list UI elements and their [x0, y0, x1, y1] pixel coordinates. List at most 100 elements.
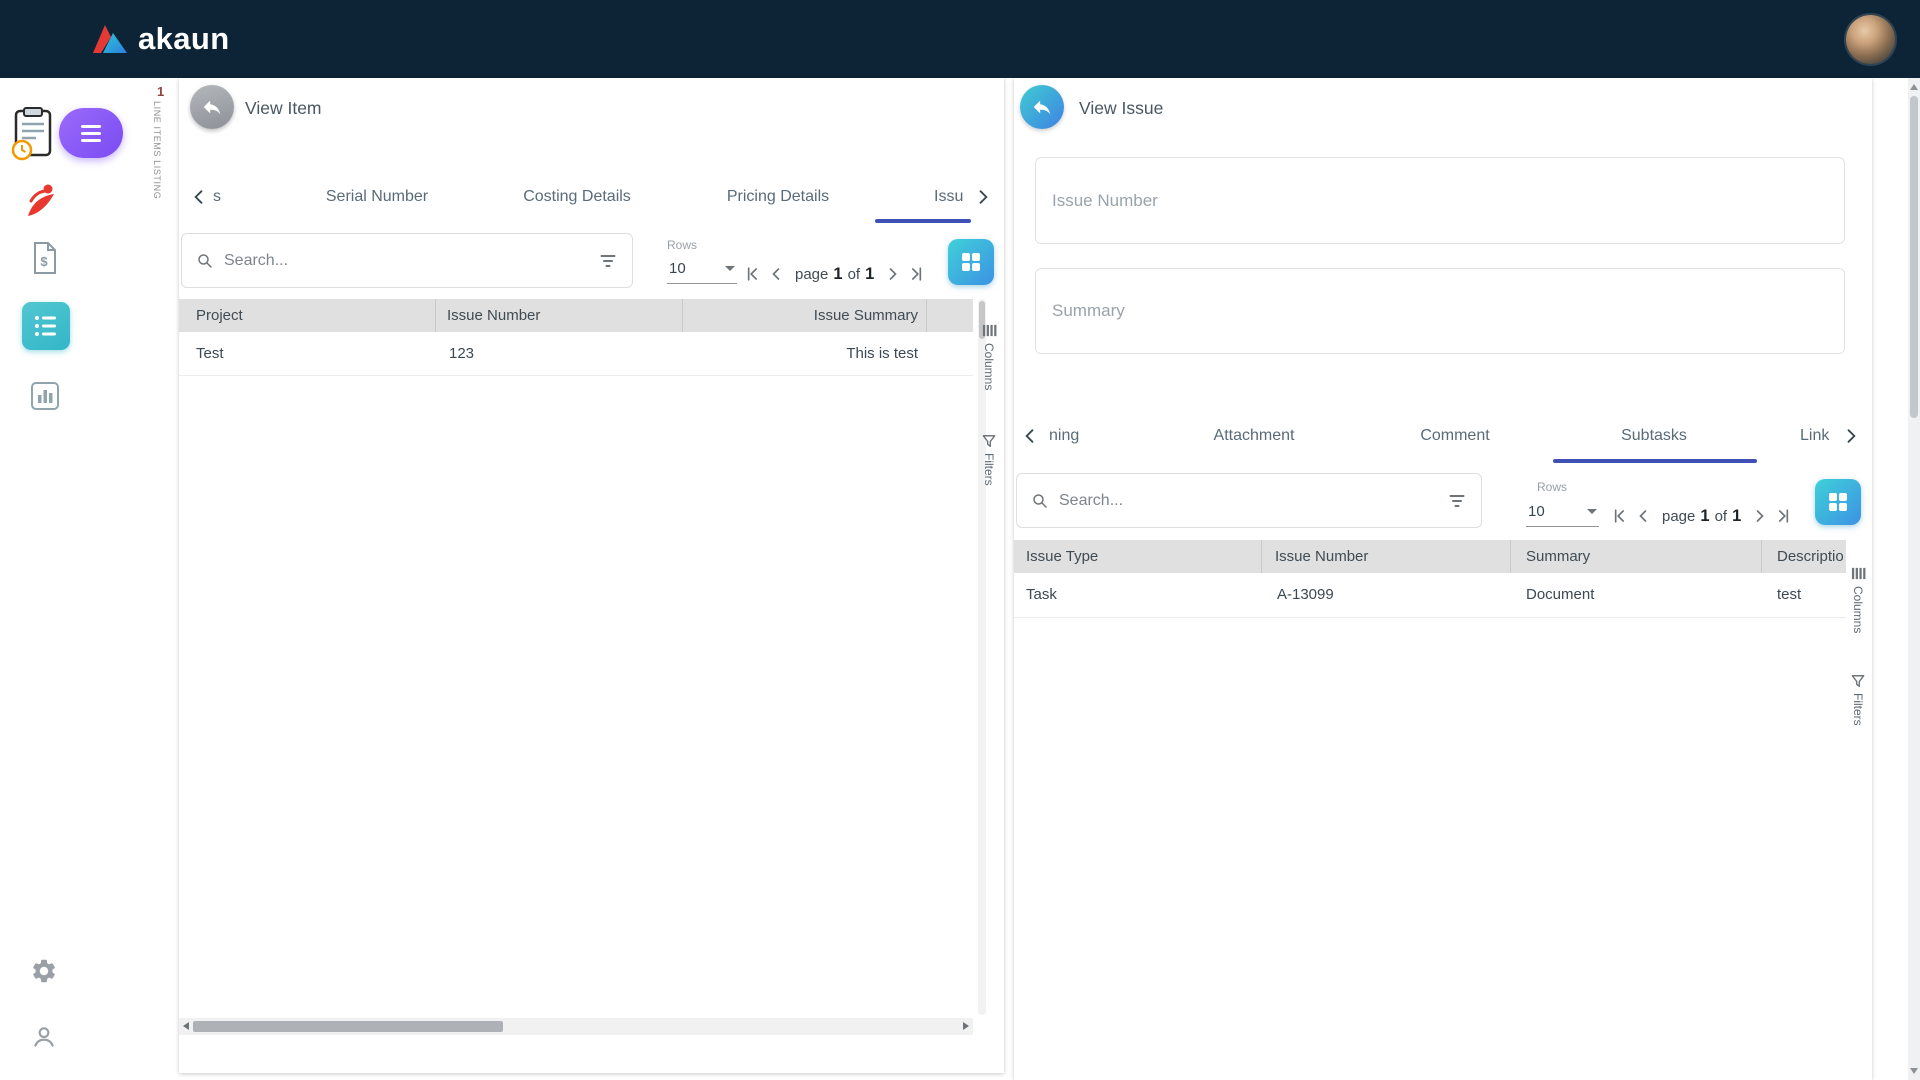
- column-header-issue-number: Issue Number: [1275, 548, 1369, 565]
- of-label: of: [847, 265, 861, 283]
- grid-view-button[interactable]: [948, 239, 994, 285]
- scroll-left-arrow[interactable]: [183, 1022, 189, 1030]
- scrollbar-thumb[interactable]: [193, 1021, 503, 1032]
- tab-attachment[interactable]: Attachment: [1214, 408, 1295, 463]
- column-header-issue-number: Issue Number: [447, 307, 541, 324]
- back-button[interactable]: [190, 85, 234, 129]
- scrollbar-thumb[interactable]: [1910, 96, 1918, 418]
- page-title: View Issue: [1079, 98, 1164, 118]
- issue-number-input[interactable]: [1036, 158, 1844, 243]
- rows-value: 10: [669, 260, 686, 277]
- columns-toggle[interactable]: Columns: [1849, 566, 1867, 633]
- invoice-document-icon[interactable]: $: [31, 240, 59, 276]
- scroll-down-arrow[interactable]: [1910, 1068, 1918, 1074]
- table-row[interactable]: Test 123 This is test: [179, 332, 973, 376]
- chart-icon[interactable]: [29, 380, 61, 412]
- tab-link-partial[interactable]: Link: [1800, 408, 1829, 463]
- search-box: [1016, 473, 1482, 528]
- dropdown-caret-icon: [725, 266, 735, 271]
- columns-toggle[interactable]: Columns: [980, 323, 998, 390]
- topbar: akaun: [0, 0, 1920, 78]
- last-page-button[interactable]: [1773, 505, 1795, 527]
- filter-list-icon[interactable]: [598, 251, 618, 271]
- tab-serial-number[interactable]: Serial Number: [326, 171, 428, 223]
- prev-page-button[interactable]: [1632, 505, 1654, 527]
- column-header-issue-summary: Issue Summary: [813, 307, 918, 324]
- back-button[interactable]: [1020, 85, 1064, 129]
- scroll-up-arrow[interactable]: [1910, 84, 1918, 90]
- grid-view-button[interactable]: [1815, 479, 1861, 525]
- tab-subtasks-active[interactable]: Subtasks: [1621, 408, 1687, 463]
- page-indicator: page 1 of 1: [1662, 507, 1741, 526]
- rows-per-page-select[interactable]: 10: [1526, 497, 1599, 527]
- settings-gear-icon[interactable]: [30, 957, 58, 985]
- tab-pricing-details[interactable]: Pricing Details: [727, 171, 829, 223]
- tab-partial-left[interactable]: s: [213, 171, 221, 223]
- first-page-button[interactable]: [1608, 505, 1630, 527]
- profile-icon[interactable]: [31, 1024, 57, 1050]
- filters-label: Filters: [982, 453, 996, 486]
- of-label: of: [1714, 507, 1728, 525]
- tabs-scroll-left-icon[interactable]: [189, 171, 209, 223]
- filters-toggle[interactable]: Filters: [980, 434, 998, 486]
- active-tab-underline: [1553, 459, 1757, 463]
- sidebar: $: [0, 78, 123, 1080]
- column-header-project: Project: [196, 307, 243, 324]
- tab-strip: s Serial Number Costing Details Pricing …: [179, 171, 1003, 223]
- tab-issues-active[interactable]: Issu: [934, 171, 963, 223]
- view-item-panel: View Item s Serial Number Costing Detail…: [179, 78, 1004, 1073]
- tab-strip: ning Attachment Comment Subtasks Link: [1014, 408, 1871, 463]
- user-avatar[interactable]: [1846, 15, 1895, 64]
- pagination: page 1 of 1: [1608, 500, 1795, 532]
- columns-label: Columns: [1851, 586, 1865, 634]
- tabs-scroll-right-icon[interactable]: [973, 171, 993, 223]
- tab-costing-details[interactable]: Costing Details: [523, 171, 631, 223]
- line-items-menu-badge[interactable]: [59, 108, 123, 158]
- svg-text:$: $: [40, 254, 48, 269]
- search-input[interactable]: [1059, 491, 1437, 510]
- cell-issue-summary: This is test: [846, 345, 918, 362]
- cell-issue-number: A-13099: [1277, 586, 1334, 603]
- columns-label: Columns: [982, 343, 996, 391]
- summary-input[interactable]: [1036, 269, 1844, 353]
- next-page-button[interactable]: [882, 263, 904, 285]
- tab-comment[interactable]: Comment: [1420, 408, 1489, 463]
- module-clipboard-clock-icon[interactable]: [6, 104, 64, 164]
- table-row[interactable]: Task A-13099 Document test: [1014, 573, 1846, 618]
- page-label: page: [1662, 507, 1696, 525]
- cell-summary: Document: [1526, 586, 1595, 603]
- line-number-badge: 1: [157, 84, 165, 99]
- funnel-icon: [982, 435, 996, 447]
- dropdown-caret-icon: [1587, 509, 1597, 514]
- last-page-button[interactable]: [906, 263, 928, 285]
- columns-icon: [1851, 567, 1865, 580]
- tabs-scroll-left-icon[interactable]: [1020, 408, 1040, 463]
- filters-toggle[interactable]: Filters: [1849, 674, 1867, 726]
- red-app-icon[interactable]: [24, 182, 60, 220]
- view-issue-panel: View Issue ning Attachment Comment Subta…: [1014, 78, 1872, 1080]
- issue-number-field: [1035, 157, 1845, 244]
- rows-label: Rows: [1537, 480, 1568, 494]
- next-page-button[interactable]: [1749, 505, 1771, 527]
- page-current: 1: [833, 264, 843, 283]
- prev-page-button[interactable]: [765, 263, 787, 285]
- page-total: 1: [1732, 506, 1742, 525]
- tab-planning-partial[interactable]: ning: [1049, 408, 1079, 463]
- cell-issue-number: 123: [449, 345, 475, 362]
- search-input[interactable]: [224, 251, 588, 270]
- back-arrow-icon: [1033, 100, 1051, 115]
- first-page-button[interactable]: [741, 263, 763, 285]
- page-current: 1: [1700, 506, 1710, 525]
- sidebar-item-line-items-active[interactable]: [22, 302, 70, 350]
- cell-project: Test: [196, 345, 224, 362]
- brand-name: akaun: [138, 21, 230, 56]
- page-label: page: [795, 265, 829, 283]
- tabs-scroll-right-icon[interactable]: [1841, 408, 1861, 463]
- column-header-issue-type: Issue Type: [1026, 548, 1099, 565]
- brand-logo[interactable]: akaun: [92, 0, 230, 78]
- menu-icon: [81, 124, 101, 142]
- scroll-right-arrow[interactable]: [963, 1022, 969, 1030]
- page-indicator: page 1 of 1: [795, 265, 874, 284]
- rows-per-page-select[interactable]: 10: [667, 254, 737, 284]
- filter-list-icon[interactable]: [1447, 491, 1467, 511]
